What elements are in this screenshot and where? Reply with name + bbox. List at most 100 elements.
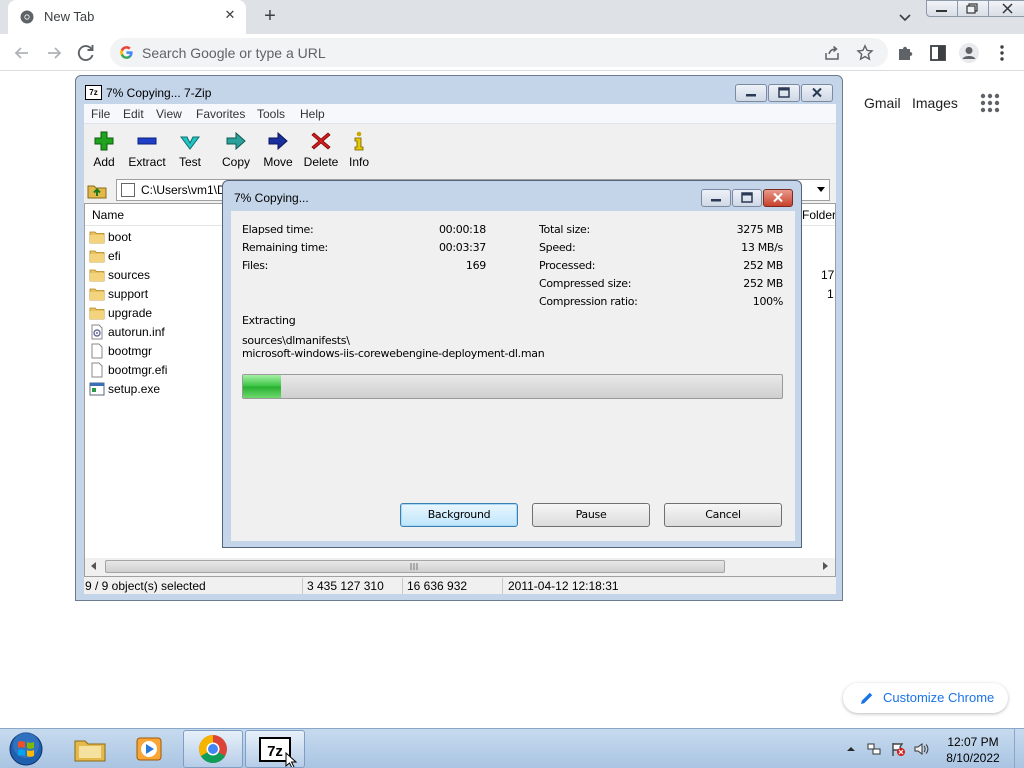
menu-tools[interactable]: Tools [257, 107, 285, 121]
chrome-favicon-icon [20, 10, 34, 24]
file-list-item[interactable]: bootmgr [89, 342, 229, 361]
minimize-icon [711, 199, 721, 202]
operation-label: Extracting [242, 314, 296, 327]
background-button[interactable]: Background [400, 503, 518, 527]
file-list-item[interactable]: bootmgr.efi [89, 361, 229, 380]
toolbar-copy-button[interactable]: Copy [220, 130, 252, 169]
file-list-item[interactable]: efi [89, 247, 229, 266]
speed-value: 13 MB/s [741, 241, 783, 254]
omnibox[interactable] [110, 38, 888, 67]
show-desktop-button[interactable] [1014, 729, 1024, 768]
7zip-window-title: 7% Copying... 7-Zip [106, 86, 212, 100]
toolbar-test-button[interactable]: Test [176, 130, 204, 169]
copy-progress-bar [242, 374, 783, 399]
restore-button[interactable] [957, 0, 989, 17]
menu-edit[interactable]: Edit [123, 107, 144, 121]
pause-button[interactable]: Pause [532, 503, 650, 527]
total-size-value: 3275 MB [736, 223, 784, 236]
tray-show-hidden-chevron-icon[interactable] [843, 741, 859, 757]
omnibox-input[interactable] [142, 38, 742, 67]
column-header-name[interactable]: Name [92, 208, 124, 222]
file-list-item[interactable]: support [89, 285, 229, 304]
menu-help[interactable]: Help [300, 107, 325, 121]
tray-network-icon[interactable] [866, 741, 882, 757]
taskbar-clock[interactable]: 12:07 PM 8/10/2022 [940, 734, 1006, 766]
tray-action-center-flag-icon[interactable] [890, 741, 906, 757]
files-value: 169 [465, 259, 486, 272]
file-list-item[interactable]: boot [89, 228, 229, 247]
menu-view[interactable]: View [156, 107, 182, 121]
folder-up-icon[interactable] [86, 180, 108, 200]
svg-text:7z: 7z [267, 743, 283, 760]
7zip-maximize-button[interactable] [768, 84, 800, 102]
customize-chrome-button[interactable]: Customize Chrome [843, 683, 1008, 713]
close-button[interactable] [988, 0, 1024, 17]
horizontal-scrollbar[interactable] [85, 558, 835, 576]
minimize-button[interactable] [926, 0, 958, 17]
share-icon[interactable] [823, 44, 841, 62]
elapsed-time-value: 00:00:18 [438, 223, 486, 236]
compressed-size-value: 252 MB [743, 277, 783, 290]
file-name: bootmgr.efi [108, 363, 168, 377]
column-header-folders[interactable]: Folder [802, 208, 835, 222]
progress-maximize-button[interactable] [732, 189, 762, 207]
file-list-item[interactable]: autorun.inf [89, 323, 229, 342]
taskbar-chrome-button[interactable] [183, 730, 243, 768]
7zip-close-button[interactable] [801, 84, 833, 102]
grip-icon [410, 563, 418, 570]
file-list-item[interactable]: upgrade [89, 304, 229, 323]
speed-label: Speed: [539, 241, 576, 254]
images-link[interactable]: Images [912, 95, 958, 111]
progress-minimize-button[interactable] [701, 189, 731, 207]
move-arrow-icon [268, 131, 288, 151]
scroll-right-arrow-icon[interactable] [823, 562, 828, 570]
address-dropdown-arrow-icon[interactable] [817, 187, 825, 192]
toolbar-add-button[interactable]: Add [90, 130, 118, 169]
side-panel-icon[interactable] [928, 43, 948, 63]
pencil-icon [861, 692, 873, 704]
forward-arrow-icon[interactable] [42, 41, 66, 65]
toolbar-move-button[interactable]: Move [262, 130, 294, 169]
tab-search-chevron-icon[interactable] [896, 8, 914, 26]
chrome-tabbar: New Tab ✕ + [0, 0, 1024, 34]
folder-icon [89, 286, 105, 302]
chrome-menu-kebab-icon[interactable] [992, 43, 1012, 63]
media-player-icon [136, 737, 162, 761]
toolbar-info-button[interactable]: Info [346, 130, 372, 169]
toolbar-delete-button[interactable]: Delete [303, 130, 339, 169]
progress-close-button[interactable] [763, 189, 793, 207]
gmail-link[interactable]: Gmail [864, 95, 901, 111]
taskbar-7zip-button[interactable]: 7z [245, 730, 305, 768]
bookmark-star-icon[interactable] [856, 44, 874, 62]
file-list-item[interactable]: setup.exe [89, 380, 229, 399]
scroll-left-arrow-icon[interactable] [91, 562, 96, 570]
extensions-puzzle-icon[interactable] [896, 43, 916, 63]
toolbar-move-label: Move [263, 155, 293, 169]
tab-new-tab[interactable]: New Tab ✕ [8, 0, 246, 34]
scrollbar-thumb[interactable] [105, 560, 725, 573]
executable-icon [89, 381, 105, 397]
profile-avatar-icon[interactable] [958, 42, 980, 64]
taskbar-explorer-button[interactable] [60, 730, 120, 768]
google-apps-icon[interactable] [980, 93, 1000, 113]
current-path-line1: sources\dlmanifests\ [242, 334, 350, 347]
back-arrow-icon[interactable] [10, 41, 34, 65]
toolbar-extract-button[interactable]: Extract [126, 130, 168, 169]
taskbar-media-player-button[interactable] [120, 730, 180, 768]
status-divider [402, 578, 403, 594]
file-list-item[interactable]: sources [89, 266, 229, 285]
menu-file[interactable]: File [91, 107, 110, 121]
current-path-line2: microsoft-windows-iis-corewebengine-depl… [242, 347, 545, 360]
reload-icon[interactable] [74, 41, 98, 65]
windows-start-orb-icon[interactable] [6, 730, 46, 768]
status-packed-size: 16 636 932 [407, 579, 468, 593]
7zip-minimize-button[interactable] [735, 84, 767, 102]
tab-close-icon[interactable]: ✕ [222, 7, 238, 23]
menu-favorites[interactable]: Favorites [196, 107, 245, 121]
status-modified: 2011-04-12 12:18:31 [508, 579, 619, 593]
toolbar-test-label: Test [178, 155, 201, 169]
new-tab-button[interactable]: + [258, 5, 282, 29]
cancel-button[interactable]: Cancel [664, 503, 782, 527]
status-divider [502, 578, 503, 594]
tray-volume-icon[interactable] [913, 741, 929, 757]
